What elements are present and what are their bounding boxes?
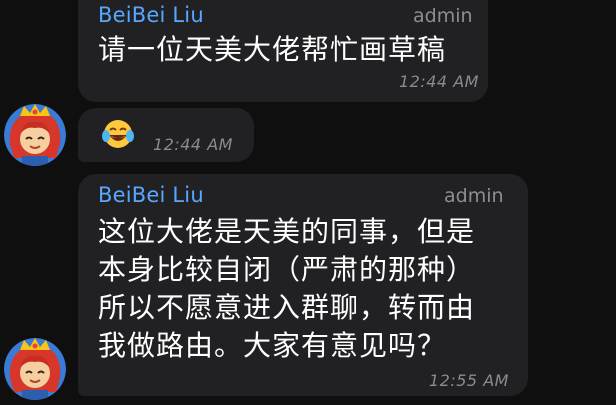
message-time: 12:55 AM: [429, 371, 509, 390]
admin-badge: admin: [444, 185, 504, 207]
avatar-icon: [4, 338, 66, 400]
message-text: 请一位天美大佬帮忙画草稿: [98, 33, 447, 66]
message-text-line: 这位大佬是天美的同事，但是: [98, 215, 476, 248]
message-time: 12:44 AM: [153, 135, 233, 154]
tears-of-joy-emoji: [102, 120, 134, 148]
user-avatar[interactable]: [4, 104, 66, 166]
sender-name[interactable]: BeiBei Liu: [98, 3, 204, 27]
message-time: 12:44 AM: [399, 72, 479, 91]
message-text-line: 我做路由。大家有意见吗？: [98, 329, 447, 362]
sender-name[interactable]: BeiBei Liu: [98, 183, 204, 207]
message-text-line: 本身比较自闭（严肃的那种）: [98, 253, 476, 286]
user-avatar[interactable]: [4, 338, 66, 400]
chat-view: BeiBei Liu admin 请一位天美大佬帮忙画草稿 12:44 AM 1…: [0, 0, 616, 405]
message-text-line: 所以不愿意进入群聊，转而由: [98, 291, 476, 324]
admin-badge: admin: [413, 5, 473, 27]
avatar-icon: [4, 104, 66, 166]
